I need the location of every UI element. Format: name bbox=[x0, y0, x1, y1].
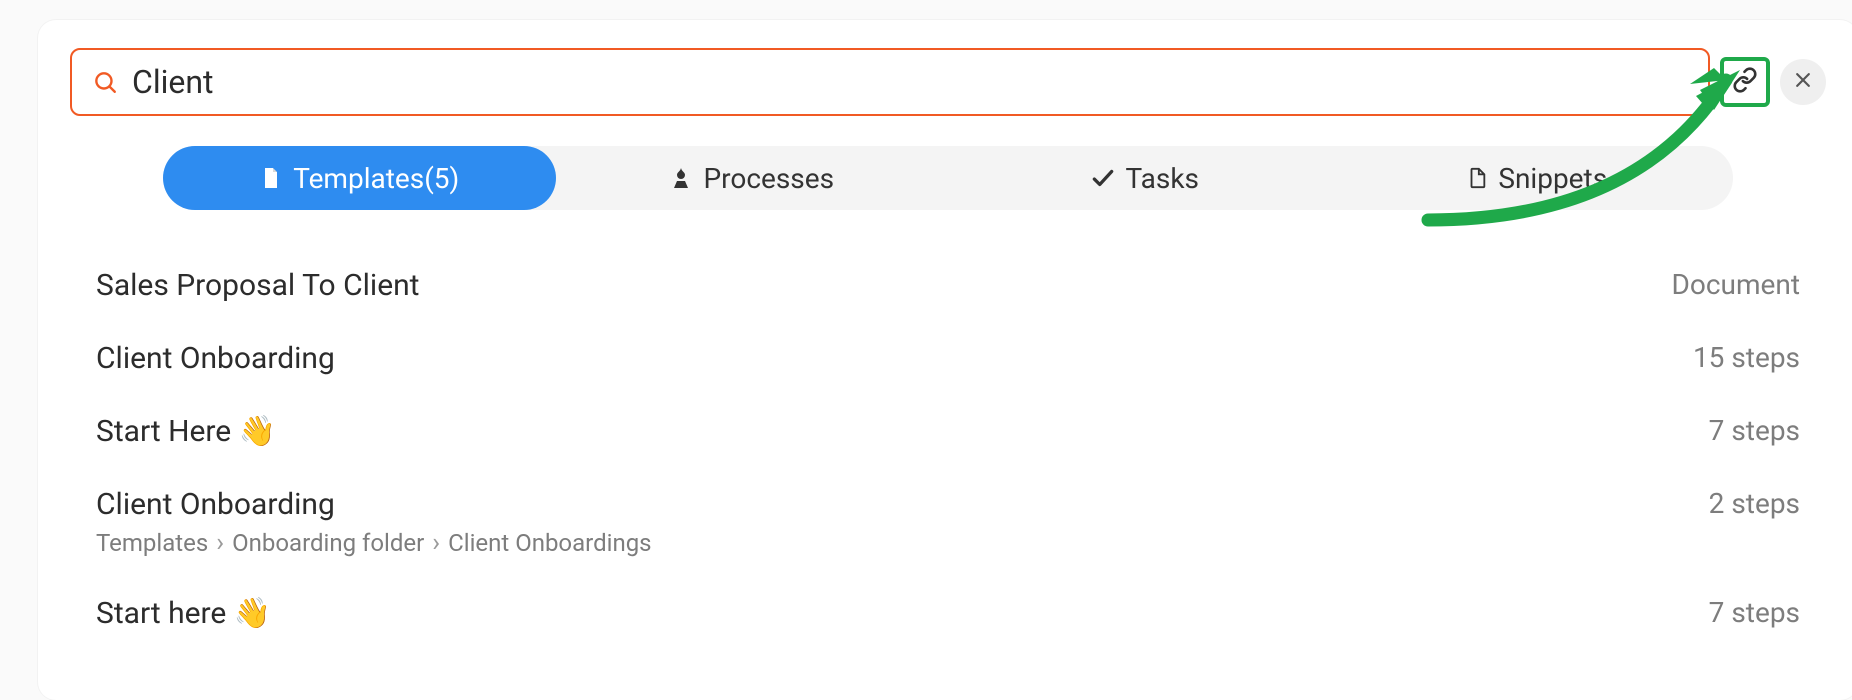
result-left: Client Onboarding bbox=[96, 341, 335, 376]
chevron-right-icon: › bbox=[432, 528, 440, 558]
breadcrumb-segment: Onboarding folder bbox=[232, 529, 424, 557]
result-title: Client Onboarding bbox=[96, 341, 335, 376]
chevron-right-icon: › bbox=[216, 528, 224, 558]
close-icon bbox=[1793, 70, 1813, 94]
result-title: Client Onboarding bbox=[96, 487, 652, 522]
search-row bbox=[70, 48, 1826, 116]
tab-label: Processes bbox=[703, 162, 834, 195]
result-title: Start Here 👋 bbox=[96, 414, 276, 449]
result-meta: 7 steps bbox=[1709, 596, 1800, 629]
results-list: Sales Proposal To Client Document Client O… bbox=[70, 250, 1826, 651]
result-row[interactable]: Client Onboarding 15 steps bbox=[96, 323, 1800, 396]
tab-label: Templates(5) bbox=[293, 162, 459, 195]
tab-templates[interactable]: Templates(5) bbox=[163, 146, 556, 210]
breadcrumb-segment: Templates bbox=[96, 529, 208, 557]
tab-snippets[interactable]: Snippets bbox=[1341, 146, 1734, 210]
search-input[interactable] bbox=[132, 63, 1688, 101]
close-button[interactable] bbox=[1780, 59, 1826, 105]
copy-link-button[interactable] bbox=[1720, 57, 1770, 107]
search-panel: Templates(5) Processes Tasks Snippets Sales… bbox=[38, 20, 1852, 700]
result-left: Sales Proposal To Client bbox=[96, 268, 419, 303]
tasks-icon bbox=[1090, 165, 1116, 191]
processes-icon bbox=[669, 166, 693, 190]
result-row[interactable]: Start here 👋 7 steps bbox=[96, 578, 1800, 651]
result-meta: Document bbox=[1672, 268, 1800, 301]
result-row[interactable]: Sales Proposal To Client Document bbox=[96, 250, 1800, 323]
search-box[interactable] bbox=[70, 48, 1710, 116]
tab-processes[interactable]: Processes bbox=[556, 146, 949, 210]
tab-tasks[interactable]: Tasks bbox=[948, 146, 1341, 210]
result-left: Start Here 👋 bbox=[96, 414, 276, 449]
result-left: Client Onboarding Templates › Onboarding fo… bbox=[96, 487, 652, 558]
link-icon bbox=[1732, 67, 1758, 97]
tab-label: Tasks bbox=[1126, 162, 1200, 195]
templates-icon bbox=[259, 166, 283, 190]
search-icon bbox=[92, 69, 118, 95]
result-meta: 2 steps bbox=[1709, 487, 1800, 520]
result-row[interactable]: Start Here 👋 7 steps bbox=[96, 396, 1800, 469]
tab-label: Snippets bbox=[1498, 162, 1607, 195]
breadcrumb-segment: Client Onboardings bbox=[448, 529, 651, 557]
result-title: Start here 👋 bbox=[96, 596, 271, 631]
snippets-icon bbox=[1466, 166, 1488, 190]
result-meta: 7 steps bbox=[1709, 414, 1800, 447]
result-title: Sales Proposal To Client bbox=[96, 268, 419, 303]
result-row[interactable]: Client Onboarding Templates › Onboarding fo… bbox=[96, 469, 1800, 578]
result-meta: 15 steps bbox=[1693, 341, 1800, 374]
result-left: Start here 👋 bbox=[96, 596, 271, 631]
tabs: Templates(5) Processes Tasks Snippets bbox=[163, 146, 1733, 210]
breadcrumb: Templates › Onboarding folder › Client Onboa… bbox=[96, 528, 652, 558]
